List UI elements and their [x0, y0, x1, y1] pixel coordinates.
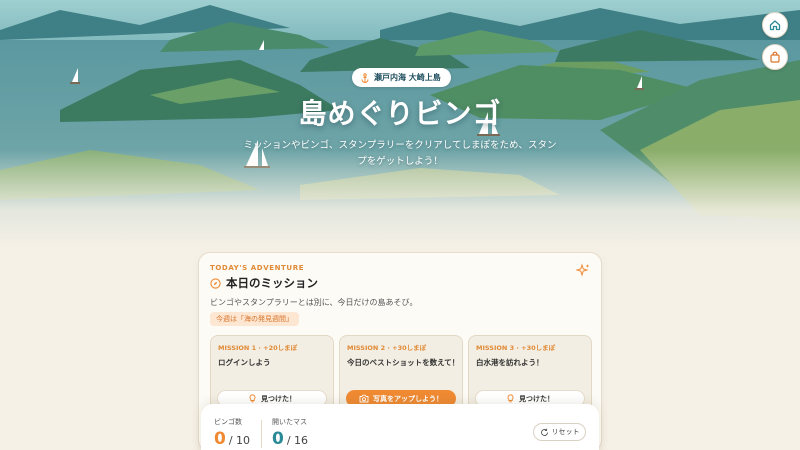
- mission-text: ログインしよう: [218, 358, 271, 367]
- mission-text: 今日のベストショットを数えて！: [347, 358, 460, 367]
- anchor-icon: [361, 72, 369, 83]
- mission-button-label: 写真をアップしよう！: [373, 394, 443, 403]
- card-title: 本日のミッション: [226, 276, 318, 290]
- mission-2: MISSION 2 · +30しまぽ 今日のベストショットを数えて！ 写真をアッ…: [339, 335, 463, 415]
- opened-cells-label: 開いたマス: [272, 418, 307, 426]
- lightbulb-icon: [249, 394, 256, 403]
- bingo-status-panel: ビンゴ数 0 / 10 開いたマス 0 / 16 リセット: [201, 404, 599, 450]
- reset-label: リセット: [551, 428, 580, 436]
- mission-1: MISSION 1 · +20しまぽ ログインしよう 見つけた！: [210, 335, 334, 415]
- shopping-bag-button[interactable]: [762, 44, 788, 70]
- card-title-row: 本日のミッション: [210, 275, 318, 291]
- reset-icon: [540, 428, 548, 436]
- bingo-count-stat: ビンゴ数 0 / 10: [214, 417, 250, 449]
- week-theme-tag: 今週は「海の発見週間」: [210, 312, 299, 326]
- mission-button-label: 見つけた！: [261, 394, 296, 403]
- mission-3: MISSION 3 · +30しまぽ 白水港を訪れよう！ 見つけた！: [468, 335, 592, 415]
- location-label: 瀬戸内海 大崎上島: [374, 73, 441, 82]
- opened-cells-total: / 16: [286, 434, 309, 447]
- lightbulb-icon: [507, 394, 514, 403]
- opened-cells-stat: 開いたマス 0 / 16: [272, 417, 308, 449]
- opened-cells-value: 0: [272, 429, 284, 449]
- mission-button-label: 見つけた！: [519, 394, 554, 403]
- mission-label: MISSION 3 · +30しまぽ: [476, 344, 556, 352]
- mission-label: MISSION 1 · +20しまぽ: [218, 344, 298, 352]
- bingo-count-label: ビンゴ数: [214, 418, 242, 426]
- location-badge: 瀬戸内海 大崎上島: [352, 68, 451, 87]
- reset-button[interactable]: リセット: [533, 423, 586, 441]
- page-title: 島めぐりビンゴ: [298, 97, 502, 130]
- bingo-count-value: 0: [214, 429, 226, 449]
- sparkle-icon: [576, 263, 590, 277]
- card-eyebrow: TODAY'S ADVENTURE: [210, 264, 305, 272]
- stat-divider: [261, 420, 262, 448]
- mission-text: 白水港を訪れよう！: [476, 358, 544, 367]
- camera-icon: [359, 394, 369, 403]
- mission-label: MISSION 2 · +30しまぽ: [347, 344, 427, 352]
- bingo-count-total: / 10: [228, 434, 251, 447]
- page-subtitle: ミッションやビンゴ、スタンプラリーをクリアしてしまぽをため、スタンプをゲットしよ…: [243, 140, 557, 167]
- compass-icon: [210, 277, 221, 289]
- card-description: ビンゴやスタンプラリーとは別に、今日だけの島あそび。: [210, 298, 418, 307]
- home-icon: [769, 20, 781, 31]
- shopping-bag-icon: [770, 51, 780, 63]
- home-button[interactable]: [762, 12, 788, 38]
